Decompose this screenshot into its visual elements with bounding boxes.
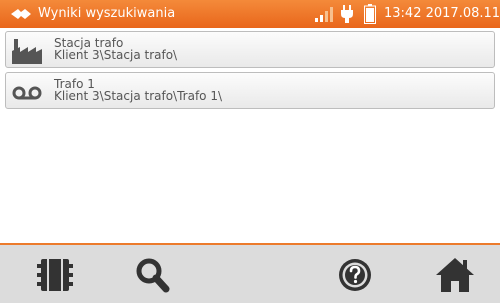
bottom-toolbar: [0, 243, 500, 303]
transformer-icon: [12, 86, 42, 100]
home-icon: [436, 258, 474, 292]
status-clock: 13:42 2017.08.11: [384, 6, 500, 21]
status-bar: Wyniki wyszukiwania 13:42 2017.08.11: [0, 0, 500, 28]
factory-icon: [12, 39, 42, 64]
result-item[interactable]: Stacja trafo Klient 3\Stacja trafo\: [5, 31, 495, 68]
status-date: 2017.08.11: [425, 6, 500, 21]
help-icon: [339, 259, 371, 291]
result-path: Klient 3\Stacja trafo\Trafo 1\: [54, 89, 223, 103]
result-path: Klient 3\Stacja trafo\: [54, 48, 178, 62]
battery-icon: [364, 4, 376, 24]
search-button[interactable]: [132, 255, 176, 295]
app-logo-icon: [11, 9, 31, 19]
status-time: 13:42: [384, 6, 422, 21]
page-title: Wyniki wyszukiwania: [38, 6, 176, 21]
memory-button[interactable]: [33, 255, 77, 295]
power-plug-icon: [341, 5, 353, 23]
help-button[interactable]: [333, 255, 377, 295]
result-item[interactable]: Trafo 1 Klient 3\Stacja trafo\Trafo 1\: [5, 72, 495, 109]
search-results-list: Stacja trafo Klient 3\Stacja trafo\ Traf…: [5, 31, 495, 113]
signal-strength-icon: [315, 7, 333, 22]
search-icon: [136, 258, 170, 293]
home-button[interactable]: [433, 255, 477, 295]
memory-card-icon: [37, 259, 73, 291]
